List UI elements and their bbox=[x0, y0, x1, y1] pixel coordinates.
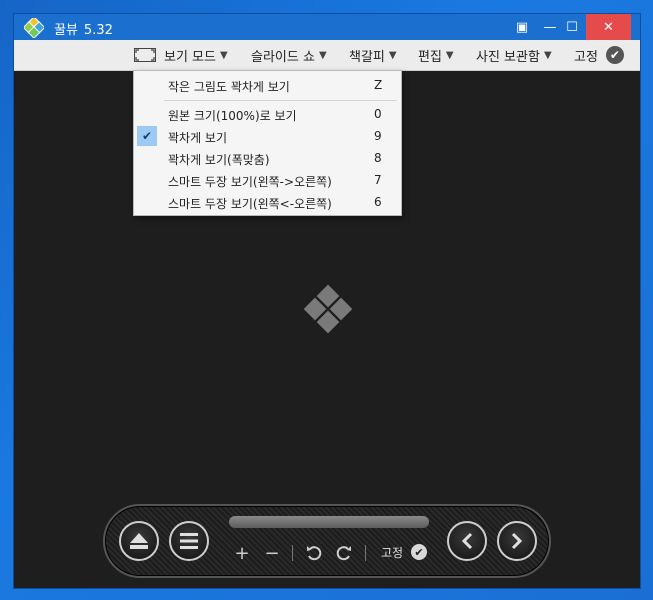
rotate-left-icon bbox=[307, 546, 322, 561]
shortcut-key: Z bbox=[374, 78, 383, 92]
shortcut-key: 8 bbox=[374, 151, 382, 165]
menu-option-smart-two-rtl[interactable]: 스마트 두장 보기(왼쪽<-오른쪽) 6 bbox=[134, 191, 401, 213]
menu-option-fit[interactable]: ✔ 꽉차게 보기 9 bbox=[134, 125, 401, 147]
minimize-button[interactable]: — bbox=[538, 14, 562, 40]
rotate-right-button[interactable] bbox=[333, 542, 355, 564]
menu-view-mode[interactable]: 보기 모드 ▼ bbox=[134, 40, 228, 70]
chevron-down-icon: ▼ bbox=[543, 49, 552, 61]
app-logo-watermark-icon bbox=[303, 284, 353, 334]
menu-option-smart-two-ltr[interactable]: 스마트 두장 보기(왼쪽->오른쪽) 7 bbox=[134, 169, 401, 191]
view-mode-dropdown: 작은 그림도 꽉차게 보기 Z 원본 크기(100%)로 보기 0 ✔ 꽉차게 … bbox=[133, 70, 402, 216]
checkmark-icon: ✔ bbox=[137, 126, 157, 146]
maximize-button[interactable]: ☐ bbox=[560, 14, 584, 40]
rotate-right-icon bbox=[336, 546, 351, 561]
shortcut-key: 0 bbox=[374, 107, 382, 121]
zoom-in-button[interactable]: + bbox=[231, 542, 253, 564]
menu-bookmark[interactable]: 책갈피 ▼ bbox=[349, 40, 397, 70]
eject-icon bbox=[130, 533, 148, 549]
always-on-top-button[interactable]: ▣ bbox=[510, 14, 534, 40]
toolbar-divider bbox=[292, 545, 293, 561]
close-button[interactable]: ✕ bbox=[586, 14, 631, 40]
lock-check-icon[interactable]: ✔ bbox=[411, 544, 427, 560]
toolbar-divider bbox=[365, 545, 366, 561]
menu-option-fit-width[interactable]: 꽉차게 보기(폭맞춤) 8 bbox=[134, 147, 401, 169]
app-window: 꿀뷰 5.32 ▣ — ☐ ✕ 보기 모드 ▼ 슬라이드 쇼 ▼ 책갈피 ▼ 편집… bbox=[13, 13, 641, 589]
menu-slideshow-label: 슬라이드 쇼 bbox=[251, 49, 315, 65]
toolbar-lock-label: 고정 bbox=[381, 546, 404, 560]
menu-list-button[interactable] bbox=[169, 521, 209, 561]
shortcut-key: 6 bbox=[374, 195, 382, 209]
shortcut-key: 7 bbox=[374, 173, 382, 187]
app-logo-icon bbox=[24, 18, 44, 38]
menu-photo-box-label: 사진 보관함 bbox=[476, 49, 540, 65]
chevron-down-icon: ▼ bbox=[445, 49, 454, 61]
menu-edit-label: 편집 bbox=[418, 49, 442, 65]
hamburger-menu-icon bbox=[180, 533, 198, 549]
menu-bar: 보기 모드 ▼ 슬라이드 쇼 ▼ 책갈피 ▼ 편집 ▼ 사진 보관함 ▼ 고정 … bbox=[14, 40, 640, 71]
app-name: 꿀뷰 bbox=[54, 23, 78, 38]
menu-slideshow[interactable]: 슬라이드 쇼 ▼ bbox=[251, 40, 327, 70]
open-file-button[interactable] bbox=[119, 521, 159, 561]
menu-lock-label: 고정 bbox=[574, 49, 598, 65]
previous-image-button[interactable] bbox=[447, 521, 487, 561]
check-icon: ✔ bbox=[605, 46, 624, 64]
chevron-right-icon bbox=[511, 532, 523, 550]
chevron-down-icon: ▼ bbox=[388, 49, 397, 61]
chevron-down-icon: ▼ bbox=[318, 49, 327, 61]
menu-view-mode-label: 보기 모드 bbox=[164, 49, 216, 65]
menu-photo-box[interactable]: 사진 보관함 ▼ bbox=[476, 40, 552, 70]
fit-screen-icon bbox=[134, 48, 156, 62]
menu-lock[interactable]: 고정 ✔ bbox=[574, 40, 624, 70]
bottom-control-bar: + − 고정 ✔ bbox=[103, 504, 551, 578]
app-version: 5.32 bbox=[83, 23, 113, 38]
chevron-left-icon bbox=[461, 532, 473, 550]
window-title: 꿀뷰 5.32 bbox=[54, 19, 113, 38]
menu-separator bbox=[164, 100, 397, 101]
rotate-left-button[interactable] bbox=[303, 542, 325, 564]
zoom-out-button[interactable]: − bbox=[261, 542, 283, 564]
menu-edit[interactable]: 편집 ▼ bbox=[418, 40, 454, 70]
page-slider[interactable] bbox=[229, 516, 429, 528]
menu-option-fit-small[interactable]: 작은 그림도 꽉차게 보기 Z bbox=[134, 74, 401, 96]
menu-option-original-size[interactable]: 원본 크기(100%)로 보기 0 bbox=[134, 103, 401, 125]
title-bar[interactable]: 꿀뷰 5.32 ▣ — ☐ ✕ bbox=[14, 14, 640, 40]
menu-bookmark-label: 책갈피 bbox=[349, 49, 385, 65]
shortcut-key: 9 bbox=[374, 129, 382, 143]
next-image-button[interactable] bbox=[497, 521, 537, 561]
chevron-down-icon: ▼ bbox=[219, 49, 228, 61]
